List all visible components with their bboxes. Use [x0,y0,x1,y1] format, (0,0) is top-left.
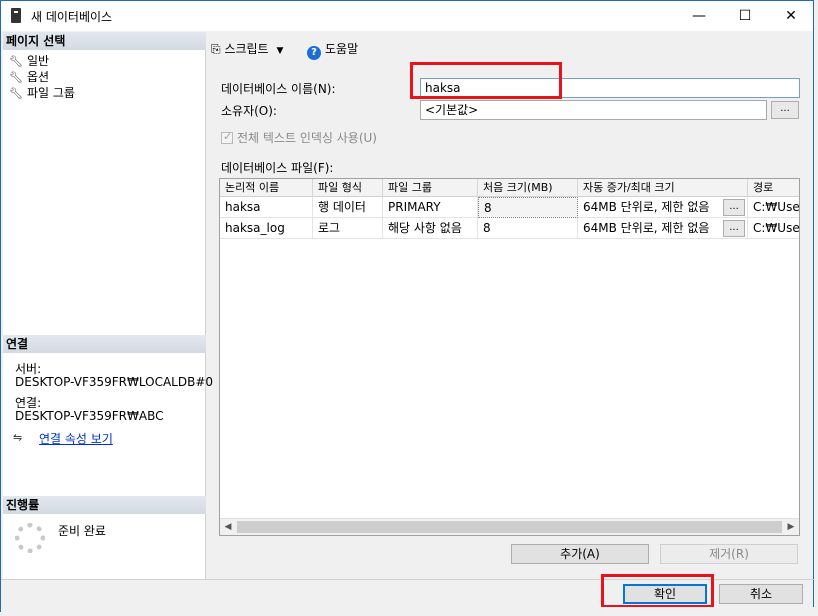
fulltext-indexing-checkbox[interactable]: 전체 텍스트 인덱싱 사용(U) [221,129,377,146]
new-database-dialog: 새 데이터베이스 — ☐ ✕ 페이지 선택 🔧︎ 일반 🔧︎ 옵션 🔧︎ 파일 그룹 … [0,0,815,613]
maximize-button[interactable]: ☐ [722,1,768,31]
minimize-button[interactable]: — [676,1,722,31]
scrollbar-thumb[interactable] [237,521,782,533]
sidebar-item-options[interactable]: 🔧︎ 옵션 [9,69,49,85]
horizontal-scrollbar[interactable]: ◀ ▶ [220,518,799,535]
scroll-left-icon[interactable]: ◀ [221,521,235,533]
dropdown-arrow-icon: ▼ [276,46,284,56]
add-file-button[interactable]: 추가(A) [511,544,649,564]
connection-header: 연결 [3,335,206,353]
db-name-highlight [410,62,562,99]
sidebar-item-label: 옵션 [27,70,50,84]
table-header: 논리적 이름 파일 형식 파일 그룹 처음 크기(MB) 자동 증가/최대 크기… [220,179,799,197]
table-cell[interactable]: 8 [478,197,578,218]
script-icon: ⎘ [211,42,221,56]
script-button[interactable]: ⎘ 스크립트 ▼ [211,40,283,57]
progress-status: 준비 완료 [58,524,106,538]
db-name-label: 데이터베이스 이름(N): [221,82,336,96]
ok-button-highlight [601,574,714,608]
connection-properties-icon: ⇋ [13,431,23,444]
footer-strip [1,607,815,613]
left-panel: 페이지 선택 🔧︎ 일반 🔧︎ 옵션 🔧︎ 파일 그룹 연결 서버: DESKTOP-… [3,32,213,580]
table-row[interactable]: haksa 행 데이터 PRIMARY 8 64MB 단위로, 제한 없음 ..… [220,197,799,218]
table-cell[interactable]: C:₩Use [748,218,799,239]
close-button[interactable]: ✕ [768,1,814,31]
window-title: 새 데이터베이스 [31,10,113,24]
column-header[interactable]: 처음 크기(MB) [478,179,578,197]
owner-label: 소유자(O): [221,104,277,118]
owner-input[interactable]: <기본값> [420,100,767,120]
page-select-header: 페이지 선택 [3,32,206,50]
wrench-icon: 🔧︎ [9,55,23,68]
cancel-button[interactable]: 취소 [719,584,803,604]
database-files-table: 논리적 이름 파일 형식 파일 그룹 처음 크기(MB) 자동 증가/최대 크기… [219,178,800,536]
column-header[interactable]: 자동 증가/최대 크기 [578,179,748,197]
column-header[interactable]: 경로 [748,179,799,197]
autogrowth-browse-button[interactable]: ... [723,220,745,237]
db-files-label: 데이터베이스 파일(F): [221,161,334,175]
connection-value: DESKTOP-VF359FR₩ABC [15,409,164,423]
wrench-icon: 🔧︎ [9,87,23,100]
column-header[interactable]: 논리적 이름 [220,179,313,197]
sidebar-item-filegroups[interactable]: 🔧︎ 파일 그룹 [9,85,75,101]
fulltext-label: 전체 텍스트 인덱싱 사용(U) [237,131,377,145]
table-cell[interactable]: 행 데이터 [313,197,383,218]
sidebar-item-label: 파일 그룹 [27,86,75,100]
table-cell[interactable]: 해당 사항 없음 [383,218,478,239]
help-icon: ? [307,46,321,60]
sidebar-item-general[interactable]: 🔧︎ 일반 [9,53,49,69]
progress-header: 진행률 [3,496,206,514]
view-connection-properties-link[interactable]: 연결 속성 보기 [39,430,113,447]
progress-spinner-icon [15,523,45,553]
autogrowth-browse-button[interactable]: ... [723,199,745,216]
title-bar: 새 데이터베이스 — ☐ ✕ [1,1,813,31]
remove-file-button[interactable]: 제거(R) [660,544,798,564]
table-cell[interactable]: 로그 [313,218,383,239]
scroll-right-icon[interactable]: ▶ [784,521,798,533]
table-cell[interactable]: 8 [478,218,578,239]
help-label: 도움말 [325,42,359,56]
table-cell[interactable]: haksa [220,197,313,218]
table-row[interactable]: haksa_log 로그 해당 사항 없음 8 64MB 단위로, 제한 없음 … [220,218,799,239]
column-header[interactable]: 파일 그룹 [383,179,478,197]
table-cell[interactable]: C:₩Use [748,197,799,218]
table-cell[interactable]: PRIMARY [383,197,478,218]
column-header[interactable]: 파일 형식 [313,179,383,197]
table-cell[interactable]: haksa_log [220,218,313,239]
script-label: 스크립트 [224,42,269,56]
owner-browse-button[interactable]: ... [771,101,799,119]
checkbox-icon [221,130,233,144]
help-button[interactable]: ? 도움말 [307,40,358,60]
sidebar-item-label: 일반 [27,54,50,68]
wrench-icon: 🔧︎ [9,71,23,84]
server-value: DESKTOP-VF359FR₩LOCALDB#0 [15,375,214,389]
app-icon [11,8,21,23]
